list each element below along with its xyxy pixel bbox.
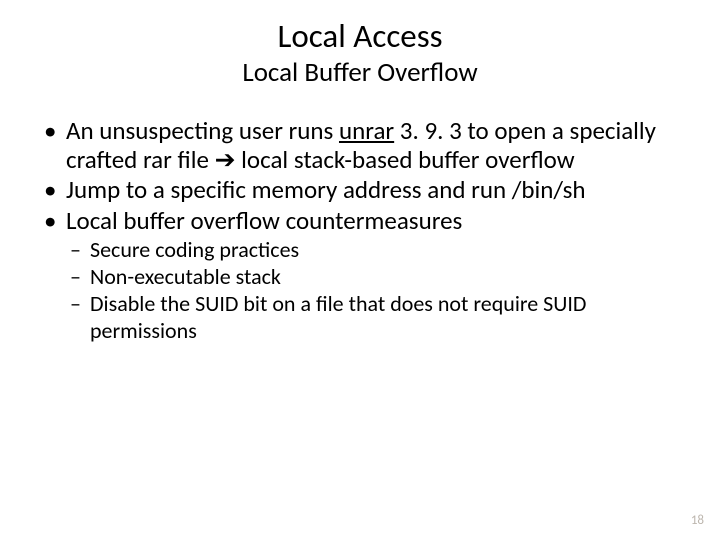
- page-number: 18: [691, 513, 704, 528]
- bullet-list: An unsuspecting user runs unrar 3. 9. 3 …: [36, 117, 684, 235]
- sub-bullet-item: Secure coding practices: [70, 237, 684, 264]
- bullet-text-underlined: unrar: [339, 115, 394, 146]
- bullet-item: An unsuspecting user runs unrar 3. 9. 3 …: [36, 117, 684, 174]
- bullet-text-post: local stack-based buffer overflow: [236, 144, 575, 175]
- sub-bullet-item: Non-executable stack: [70, 264, 684, 291]
- slide-subtitle: Local Buffer Overflow: [36, 56, 684, 89]
- slide-title: Local Access: [36, 18, 684, 54]
- bullet-text-pre: An unsuspecting user runs: [66, 115, 339, 146]
- sub-bullet-list: Secure coding practices Non-executable s…: [70, 237, 684, 344]
- bullet-item: Local buffer overflow countermeasures: [36, 207, 684, 236]
- arrow-icon: ➔: [215, 146, 236, 174]
- bullet-item: Jump to a specific memory address and ru…: [36, 176, 684, 205]
- sub-bullet-item: Disable the SUID bit on a file that does…: [70, 291, 684, 345]
